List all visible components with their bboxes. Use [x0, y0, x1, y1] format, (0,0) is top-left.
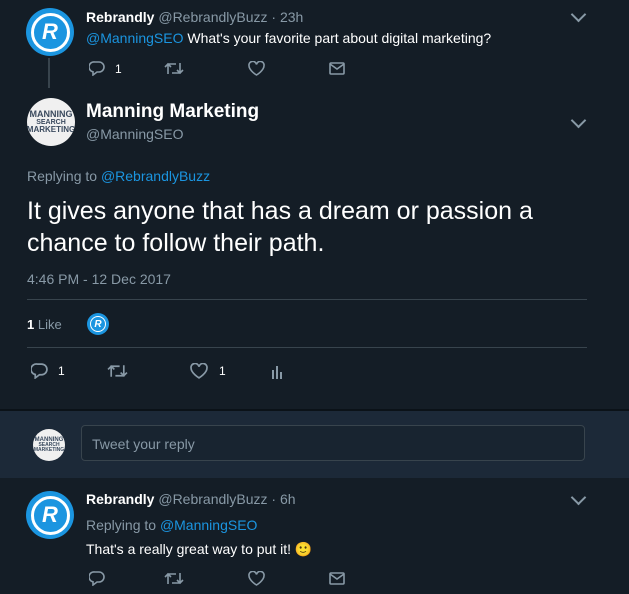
author-handle[interactable]: @RebrandlyBuzz: [158, 491, 267, 507]
retweet-button[interactable]: [164, 61, 184, 76]
replying-to: Replying to @ManningSEO: [86, 517, 257, 533]
reply-input[interactable]: Tweet your reply: [81, 425, 585, 461]
reply-button[interactable]: [89, 571, 105, 586]
liker-avatar[interactable]: R: [87, 313, 109, 335]
tweet-text: That's a really great way to put it! 🙂: [86, 541, 313, 557]
retweet-icon: [164, 572, 184, 585]
reply-icon: [89, 571, 105, 586]
tweet-text: It gives anyone that has a dream or pass…: [27, 197, 533, 257]
tweet-text: @ManningSEO What's your favorite part ab…: [86, 30, 491, 46]
author-handle[interactable]: @RebrandlyBuzz: [158, 9, 267, 25]
retweet-icon: [107, 365, 128, 377]
replying-prefix: Replying to: [27, 168, 101, 184]
reply-compose: MANNING SEARCH MARKETING Tweet your repl…: [0, 411, 629, 478]
tweet-time[interactable]: · 6h: [271, 491, 295, 507]
author-name[interactable]: Rebrandly: [86, 9, 154, 25]
tweet-header: Rebrandly @RebrandlyBuzz · 6h: [86, 491, 296, 507]
author-name[interactable]: Rebrandly: [86, 491, 154, 507]
manning-avatar[interactable]: MANNING SEARCH MARKETING: [27, 98, 75, 146]
manning-logo-line3: MARKETING: [27, 125, 75, 134]
reply-button[interactable]: 1: [89, 61, 122, 76]
dm-button[interactable]: [329, 62, 345, 75]
likes-stat[interactable]: 1 Like: [27, 317, 62, 332]
reply-icon: [89, 61, 105, 76]
reply-count: 1: [58, 364, 65, 378]
retweet-button[interactable]: [164, 571, 184, 586]
mention-link[interactable]: @ManningSEO: [86, 30, 183, 46]
retweet-icon: [164, 62, 184, 75]
tweet-time[interactable]: · 23h: [271, 9, 303, 25]
tweet-header: Rebrandly @RebrandlyBuzz · 23h: [86, 9, 303, 25]
tweet-body: What's your favorite part about digital …: [183, 30, 492, 46]
tweet-rebrandly-reply[interactable]: R Rebrandly @RebrandlyBuzz · 6h Replying…: [0, 478, 629, 594]
reply-count: 1: [115, 61, 122, 76]
chevron-down-icon[interactable]: [570, 6, 587, 23]
manning-logo-line1: MANNING: [29, 109, 73, 119]
replying-prefix: Replying to: [86, 517, 160, 533]
dm-button[interactable]: [329, 572, 345, 585]
likes-label: Like: [37, 317, 62, 332]
rebrandly-logo: R: [30, 12, 70, 52]
chevron-down-icon[interactable]: [570, 112, 587, 129]
like-button[interactable]: [248, 61, 265, 76]
manning-logo-line3: MARKETING: [33, 447, 65, 453]
reply-button[interactable]: 1: [31, 363, 65, 379]
like-button[interactable]: 1: [190, 363, 226, 379]
thread-line: [48, 58, 50, 88]
replying-to: Replying to @RebrandlyBuzz: [27, 168, 210, 184]
envelope-icon: [329, 572, 345, 585]
replying-handle[interactable]: @RebrandlyBuzz: [101, 168, 210, 184]
rebrandly-avatar[interactable]: R: [26, 491, 74, 539]
rebrandly-avatar[interactable]: R: [26, 8, 74, 56]
likes-number: 1: [27, 317, 35, 332]
reply-icon: [31, 363, 48, 379]
divider: [27, 347, 587, 348]
heart-icon: [248, 571, 265, 586]
rebrandly-logo: R: [30, 495, 70, 535]
analytics-button[interactable]: [271, 364, 285, 379]
tweet-timestamp[interactable]: 4:46 PM - 12 Dec 2017: [27, 271, 171, 287]
analytics-icon: [272, 366, 282, 379]
envelope-icon: [329, 62, 345, 75]
author-name[interactable]: Manning Marketing: [86, 101, 259, 123]
like-button[interactable]: [248, 571, 265, 586]
current-user-avatar: MANNING SEARCH MARKETING: [33, 429, 65, 461]
rebrandly-logo: R: [90, 316, 106, 332]
tweet-rebrandly-original[interactable]: R Rebrandly @RebrandlyBuzz · 23h @Mannin…: [0, 0, 629, 88]
replying-handle[interactable]: @ManningSEO: [160, 517, 257, 533]
heart-icon: [190, 363, 208, 379]
like-count: 1: [219, 364, 226, 378]
author-handle[interactable]: @ManningSEO: [86, 126, 183, 142]
retweet-button[interactable]: [107, 363, 128, 379]
chevron-down-icon[interactable]: [570, 489, 587, 506]
tweet-manning-main: MANNING SEARCH MARKETING Manning Marketi…: [0, 88, 629, 410]
heart-icon: [248, 61, 265, 76]
divider: [27, 299, 587, 300]
